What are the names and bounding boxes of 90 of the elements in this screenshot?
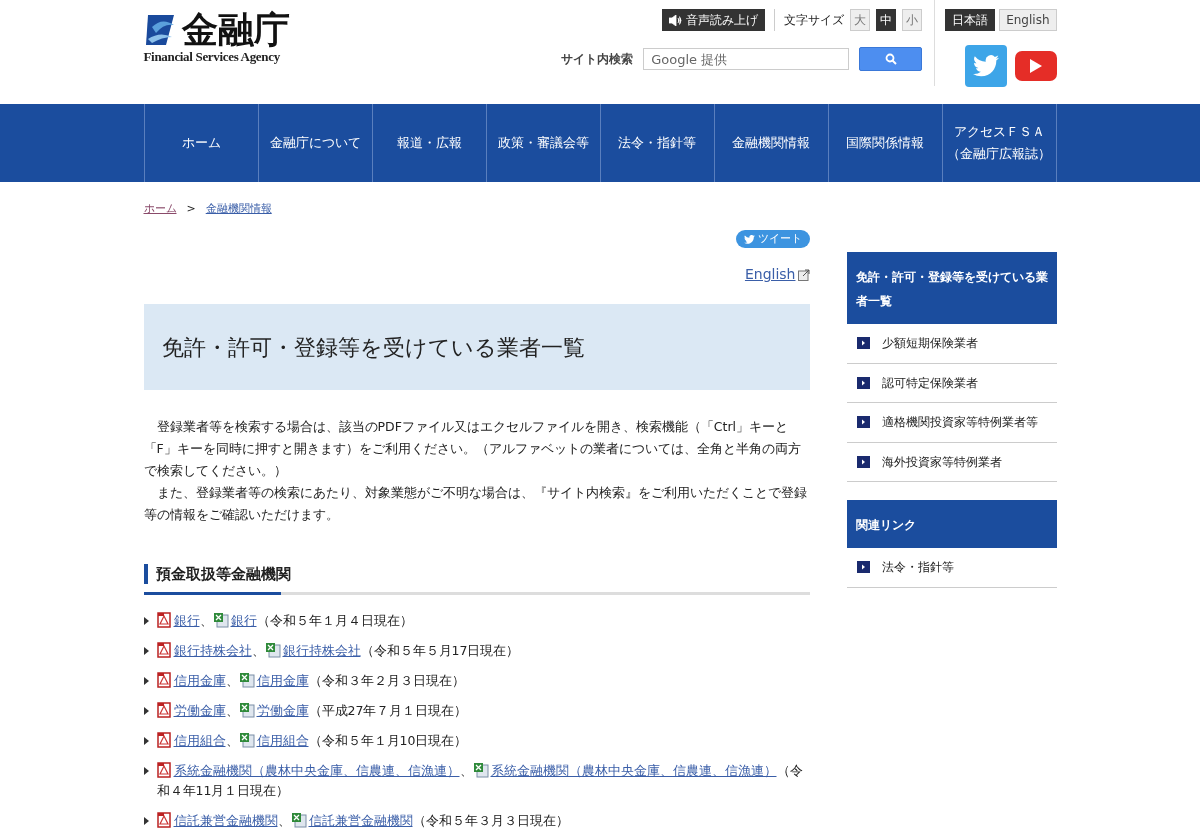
language-button[interactable]: English (999, 9, 1057, 31)
page-title: 免許・許可・登録等を受けている業者一覧 (161, 333, 585, 362)
arrow-square-icon (856, 561, 870, 574)
nav-link[interactable]: ホーム (144, 104, 259, 182)
nav-link[interactable]: 法令・指針等 (600, 104, 715, 182)
file-entry: 信用組合、 信用組合（令和５年１月10日現在） (156, 731, 468, 751)
description-paragraph: また、登録業者等の検索にあたり、対象業態がご不明な場合は、『サイト内検索』をご利用いただくことで登録等の情報をご確認いただけます。 (143, 484, 808, 524)
arrow-square-icon (856, 337, 870, 350)
language-button[interactable]: 日本語 (945, 9, 996, 31)
spreadsheet-file-icon (238, 702, 255, 718)
spreadsheet-file-icon (290, 812, 307, 828)
spreadsheet-link[interactable]: 信用組合 (256, 733, 309, 748)
pdf-file-icon (156, 762, 172, 778)
file-entry: 労働金庫、 労働金庫（平成27年７月１日現在） (156, 701, 468, 721)
breadcrumb-link[interactable]: 金融機関情報 (205, 200, 272, 218)
video-button[interactable] (1014, 51, 1057, 81)
sidebar-heading: 関連リンク (855, 518, 916, 532)
pdf-link[interactable]: 信用金庫 (173, 673, 226, 688)
sidebar-link[interactable]: 認可特定保険業者 (846, 363, 1057, 403)
search-label: サイト内検索 (561, 51, 634, 68)
bullet-icon (143, 617, 149, 625)
breadcrumb-link[interactable]: ホーム (143, 200, 177, 218)
search-field[interactable]: Google 提供 (643, 48, 850, 70)
pdf-file-icon (156, 732, 172, 748)
font-size-button[interactable]: 大 (850, 9, 871, 31)
pdf-link[interactable]: 銀行 (173, 613, 200, 628)
spreadsheet-link[interactable]: 信用金庫 (256, 673, 309, 688)
bullet-icon (143, 677, 149, 685)
nav-link[interactable]: アクセスＦＳＡ （金融庁広報誌） (942, 104, 1057, 182)
file-entry: 系統金融機関（農林中央金庫、信農連、信漁連）、 系統金融機関（農林中央金庫、信農連、信漁連）（令和４年11月１日現在） (156, 761, 804, 800)
file-entry: 信託兼営金融機関、 信託兼営金融機関（令和５年３月３日現在） (156, 811, 569, 831)
file-entry: 信用金庫、 信用金庫（令和３年２月３日現在） (156, 671, 465, 691)
spreadsheet-file-icon (212, 612, 229, 628)
spreadsheet-file-icon (472, 762, 489, 778)
font-size-label: 文字サイズ (784, 12, 845, 29)
font-size-button[interactable]: 小 (902, 9, 923, 31)
pdf-link[interactable]: 信託兼営金融機関 (173, 813, 278, 828)
spreadsheet-link[interactable]: 銀行 (230, 613, 257, 628)
file-entry: 銀行、 銀行（令和５年１月４日現在） (156, 611, 413, 631)
bird-icon (743, 234, 755, 244)
bullet-icon (143, 817, 149, 825)
pdf-file-icon (156, 672, 172, 688)
spreadsheet-link[interactable]: 労働金庫 (256, 703, 309, 718)
bullet-icon (143, 707, 149, 715)
speech-button[interactable]: 音声読み上げ (662, 9, 766, 31)
bullet-icon (143, 767, 149, 775)
bird-icon (972, 55, 999, 77)
sidebar-heading: 免許・許可・登録等を受けている業者一覧 (855, 270, 1048, 308)
description-paragraph: 登録業者等を検索する場合は、該当のPDFファイル又はエクセルファイルを開き、検索機能（「Ctrl」キーと「F」キーを同時に押すと開きます）をご利用ください。（アルファベットの業者については、全角と半角の両方で検索してください。） (143, 418, 802, 480)
logo-title: 金融庁 (181, 12, 290, 48)
arrow-square-icon (856, 376, 870, 389)
bullet-icon (143, 737, 149, 745)
font-size-button[interactable]: 中 (876, 9, 897, 31)
arrow-square-icon (856, 455, 870, 468)
sidebar-link[interactable]: 海外投資家等特例業者 (846, 442, 1057, 482)
spreadsheet-link[interactable]: 信託兼営金融機関 (308, 813, 413, 828)
logo-subtitle: Financial Services Agency (143, 50, 281, 63)
spreadsheet-link[interactable]: 銀行持株会社 (282, 643, 361, 658)
spreadsheet-file-icon (264, 642, 281, 658)
external-link-icon (797, 268, 810, 281)
speaker-icon (669, 14, 683, 26)
nav-link[interactable]: 金融庁について (258, 104, 373, 182)
pdf-link[interactable]: 信用組合 (173, 733, 226, 748)
pdf-file-icon (156, 642, 172, 658)
nav-link[interactable]: 報道・広報 (372, 104, 487, 182)
arrow-square-icon (856, 416, 870, 429)
breadcrumb-separator: > (186, 200, 196, 217)
bullet-icon (143, 647, 149, 655)
pdf-file-icon (156, 612, 172, 628)
pdf-link[interactable]: 労働金庫 (173, 703, 226, 718)
english-link[interactable]: English (744, 264, 796, 285)
sidebar-link[interactable]: 法令・指針等 (846, 548, 1057, 588)
nav-link[interactable]: 国際関係情報 (828, 104, 943, 182)
search-icon (884, 53, 897, 65)
spreadsheet-link[interactable]: 系統金融機関（農林中央金庫、信農連、信漁連） (490, 763, 777, 778)
sidebar-link[interactable]: 少額短期保険業者 (846, 324, 1057, 364)
twitter-button[interactable] (964, 45, 1007, 87)
play-icon (1029, 59, 1042, 73)
search-button[interactable] (859, 47, 923, 71)
section-heading: 預金取扱等金融機関 (143, 564, 810, 584)
pdf-file-icon (156, 812, 172, 828)
pdf-file-icon (156, 702, 172, 718)
nav-link[interactable]: 金融機関情報 (714, 104, 829, 182)
nav-link[interactable]: 政策・審議会等 (486, 104, 601, 182)
pdf-link[interactable]: 銀行持株会社 (173, 643, 252, 658)
sidebar-link[interactable]: 適格機関投資家等特例業者等 (846, 403, 1057, 443)
pdf-link[interactable]: 系統金融機関（農林中央金庫、信農連、信漁連） (173, 763, 460, 778)
file-entry: 銀行持株会社、 銀行持株会社（令和５年５月17日現在） (156, 641, 520, 661)
spreadsheet-file-icon (238, 732, 255, 748)
spreadsheet-file-icon (238, 672, 255, 688)
